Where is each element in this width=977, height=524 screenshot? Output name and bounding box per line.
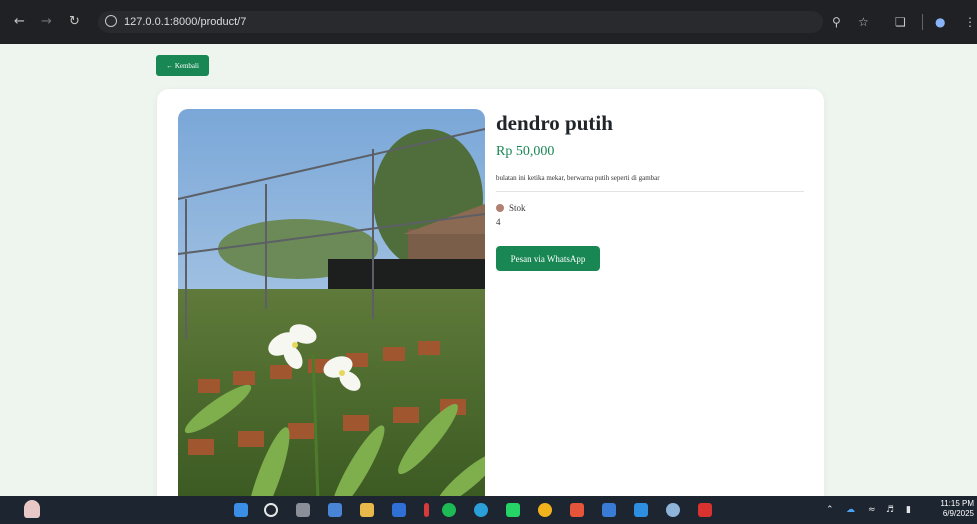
product-description: bulatan ini ketika mekar, berwarna putih… (496, 174, 660, 182)
back-button[interactable]: ← Kembali (156, 55, 209, 76)
back-icon[interactable]: ← (14, 14, 25, 30)
clock-time: 11:15 PM (940, 499, 974, 508)
profile-icon[interactable]: ● (935, 14, 945, 30)
toolbar-divider (922, 14, 923, 30)
edge-icon[interactable] (474, 503, 488, 517)
extensions-icon[interactable]: ❏ (895, 14, 906, 30)
app-icon[interactable] (602, 503, 616, 517)
cloud-icon[interactable]: ☁ (846, 503, 855, 517)
stock-row: Stok (496, 202, 526, 214)
whatsapp-icon[interactable] (506, 503, 520, 517)
forward-icon[interactable]: → (41, 14, 52, 30)
file-explorer-icon[interactable] (360, 503, 374, 517)
site-info-icon[interactable] (105, 15, 117, 27)
wps-icon[interactable] (698, 503, 712, 517)
task-view-icon[interactable] (296, 503, 310, 517)
folder-icon[interactable] (392, 503, 406, 517)
wifi-icon[interactable]: ≈ (868, 503, 876, 517)
product-title: dendro putih (496, 111, 613, 135)
stock-icon (496, 204, 504, 212)
bookmark-star-icon[interactable]: ☆ (858, 14, 869, 30)
taskbar-clock[interactable]: 11:15 PM 6/9/2025 (936, 499, 974, 519)
chrome-icon[interactable] (538, 503, 552, 517)
app-icon[interactable] (424, 503, 429, 517)
zoom-icon[interactable]: ⚲ (832, 14, 841, 30)
stock-value: 4 (496, 217, 501, 227)
battery-icon[interactable]: ▮ (906, 503, 911, 517)
vscode-icon[interactable] (634, 503, 648, 517)
search-icon[interactable] (264, 503, 278, 517)
stock-label: Stok (509, 203, 526, 213)
url-text[interactable]: 127.0.0.1:8000/product/7 (124, 15, 246, 29)
reload-icon[interactable]: ↻ (69, 14, 80, 30)
volume-icon[interactable]: ♬ (886, 503, 894, 517)
menu-icon[interactable]: ⋮ (964, 14, 976, 30)
clock-date: 6/9/2025 (942, 509, 974, 518)
widgets-icon[interactable] (328, 503, 342, 517)
product-price: Rp 50,000 (496, 144, 555, 159)
whatsapp-order-button[interactable]: Pesan via WhatsApp (496, 246, 600, 271)
chevron-up-icon[interactable]: ⌃ (826, 503, 834, 517)
app-icon[interactable] (570, 503, 584, 517)
product-image (178, 109, 485, 501)
divider (496, 191, 804, 192)
settings-icon[interactable] (666, 503, 680, 517)
weather-icon[interactable] (24, 500, 40, 518)
spotify-icon[interactable] (442, 503, 456, 517)
start-icon[interactable] (234, 503, 248, 517)
